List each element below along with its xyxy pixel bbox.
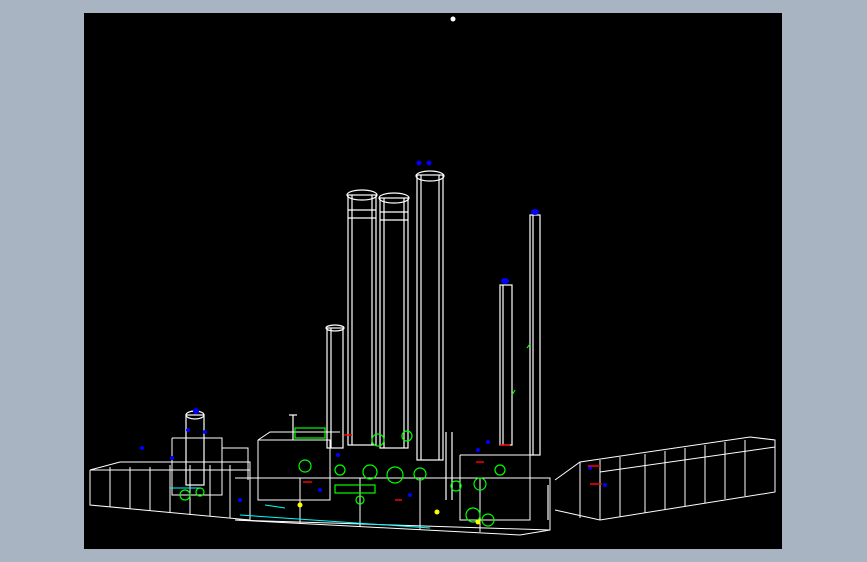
plant-wireframe-drawing[interactable] — [84, 13, 782, 549]
misc-accents — [170, 487, 481, 529]
pumps-and-exchangers — [179, 343, 531, 527]
ucs-origin-marker-icon — [450, 16, 456, 22]
cad-application-window: { "colors": { "window_background": "#a9b… — [0, 0, 867, 562]
foundation-frame — [89, 431, 776, 536]
model-viewport[interactable] — [84, 13, 782, 549]
nozzle-markers — [140, 160, 607, 502]
distillation-columns — [185, 170, 549, 520]
